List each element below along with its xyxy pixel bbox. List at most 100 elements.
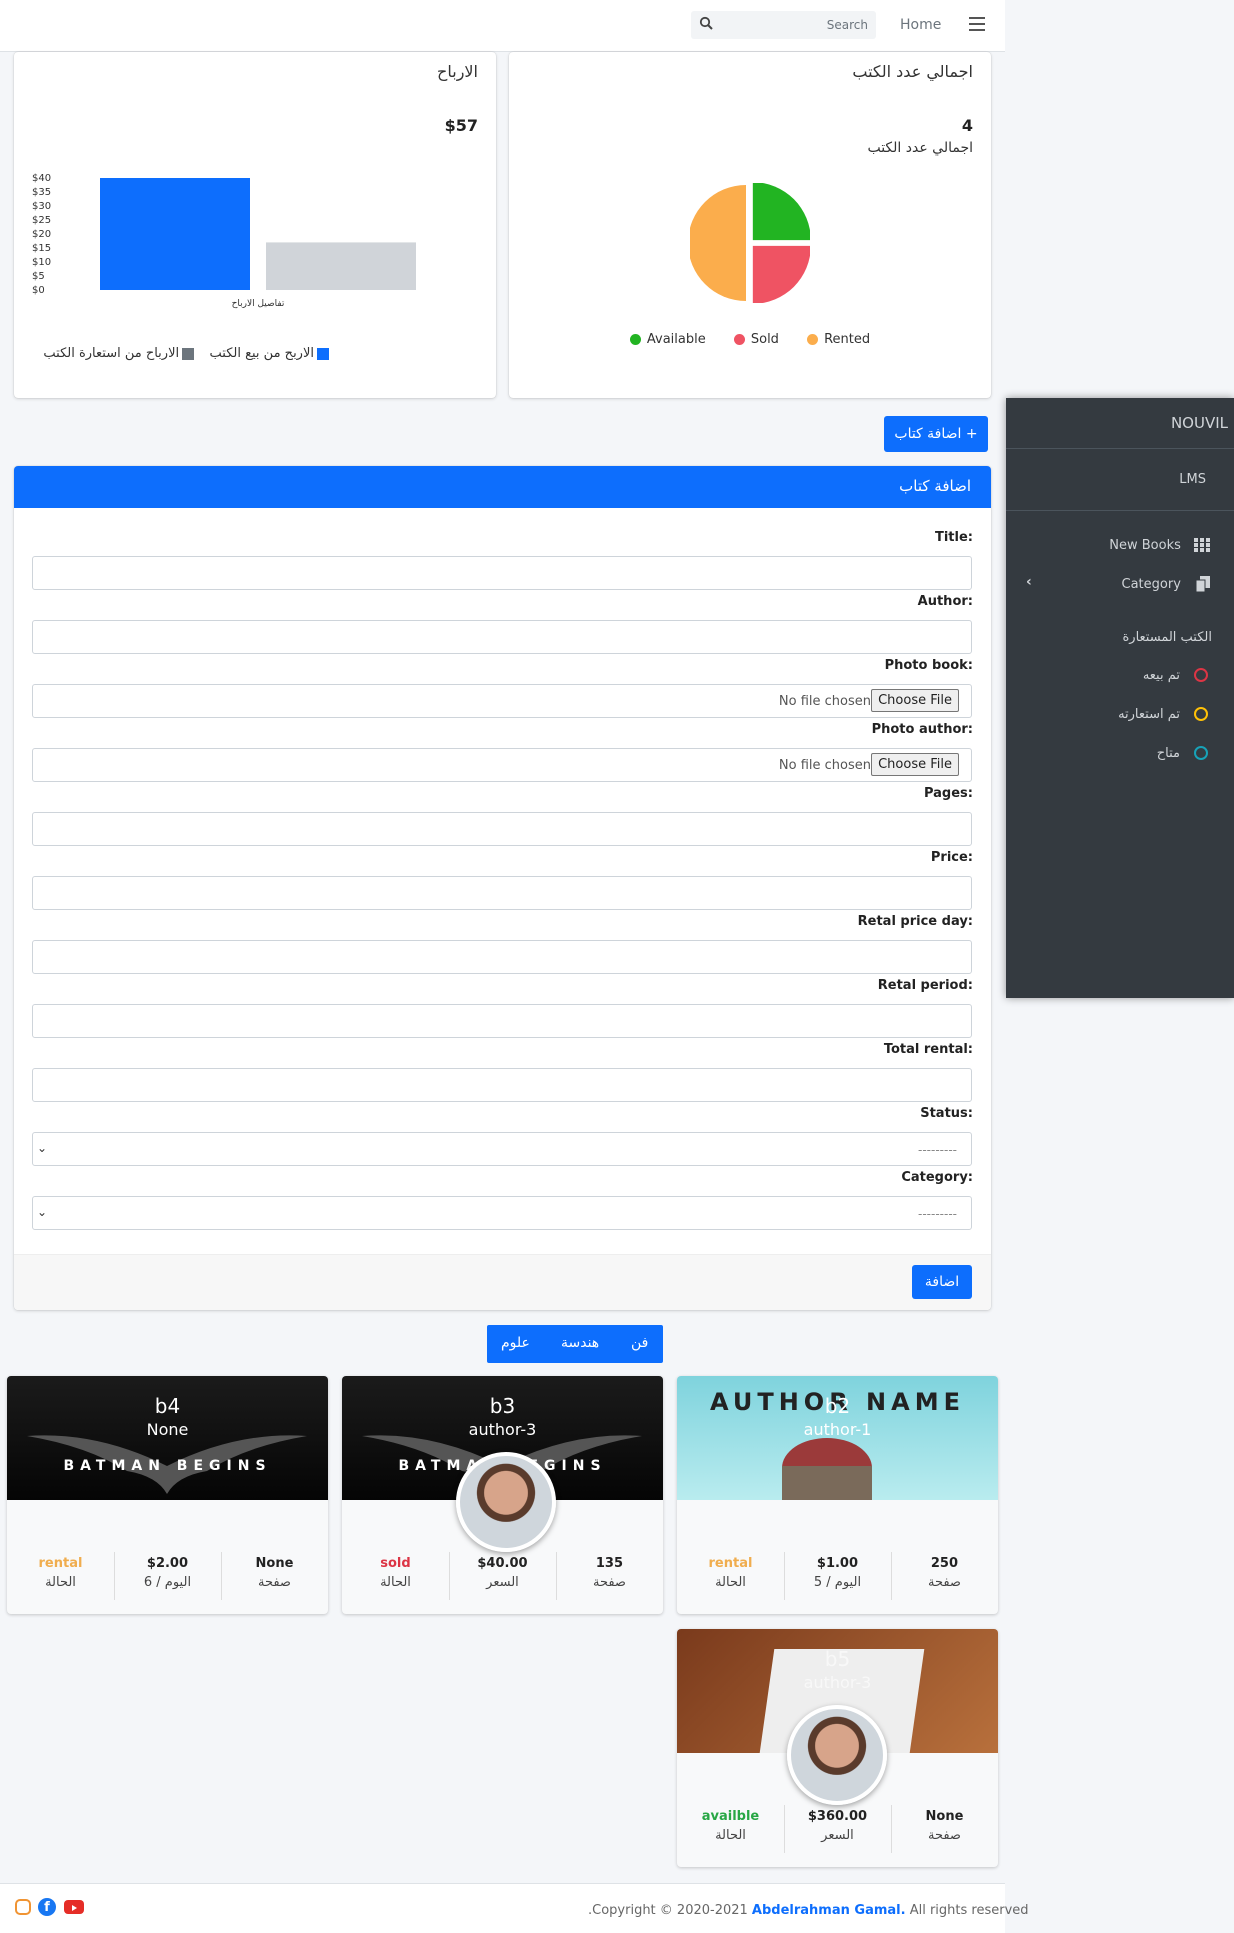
category-select[interactable]: ⌄ --------- xyxy=(32,1196,972,1230)
author-label: :Author xyxy=(917,594,973,609)
youtube-icon[interactable] xyxy=(64,1900,84,1914)
legend-item-rented: Rented xyxy=(807,332,870,347)
legend-swatch-sales xyxy=(317,347,329,360)
tab-art[interactable]: فن xyxy=(631,1335,648,1351)
profit-legend: الاربح من بيع الكتب الارباح من استعارة ا… xyxy=(32,346,332,361)
total-rental-label: :Total rental xyxy=(883,1042,973,1057)
sidebar-section-borrowed: الكتب المستعارة xyxy=(1122,630,1212,645)
play-icon xyxy=(72,1905,77,1911)
book-author: None xyxy=(146,1420,189,1439)
search-box[interactable]: Search xyxy=(691,11,876,39)
books-count-value: 4 xyxy=(961,116,973,135)
photo-book-input[interactable]: Choose File No file chosen xyxy=(32,684,972,718)
tab-engineering[interactable]: هندسة xyxy=(561,1335,599,1351)
sidebar-item-sold[interactable]: تم بيعه xyxy=(1143,664,1208,683)
y-tick-label: $40 xyxy=(32,173,51,184)
book-status: availble الحالة xyxy=(701,1809,760,1843)
copy-icon xyxy=(1195,575,1210,592)
book-author: author-3 xyxy=(468,1420,537,1439)
form-header xyxy=(14,466,991,508)
book-name: b3 xyxy=(489,1394,516,1418)
home-link[interactable]: Home xyxy=(900,17,941,33)
pages-input[interactable] xyxy=(32,812,972,846)
bar-1[interactable] xyxy=(266,242,416,290)
sidebar-brand[interactable]: NOUVIL xyxy=(1171,414,1228,432)
chevron-down-icon: ⌄ xyxy=(37,1205,48,1219)
sidebar: NOUVIL LMS New Books Category ‹ الكتب ال… xyxy=(1006,398,1234,998)
pie-slice-rented[interactable] xyxy=(690,185,746,301)
facebook-icon[interactable]: f xyxy=(38,1898,56,1916)
pie-slice-sold[interactable] xyxy=(752,245,810,303)
category-select-value: --------- xyxy=(918,1207,957,1221)
book-card-b2[interactable]: AUTHOR NAME b2 author-1 rental الحالة $1.… xyxy=(677,1376,998,1614)
book-author: author-1 xyxy=(803,1420,872,1439)
author-input[interactable] xyxy=(32,620,972,654)
legend-item-sales: الاربح من بيع الكتب xyxy=(210,346,332,361)
photo-author-input[interactable]: Choose File No file chosen xyxy=(32,748,972,782)
copyright-text: .Copyright © 2020-2021 Abdelrahman Gamal… xyxy=(588,1903,1029,1918)
legend-item-available: Available xyxy=(629,332,706,347)
photo-author-file-status: No file chosen xyxy=(778,758,871,773)
grid-icon xyxy=(1194,537,1210,552)
photo-author-label: :Photo author xyxy=(871,722,973,737)
status-select[interactable]: ⌄ --------- xyxy=(32,1132,972,1166)
menu-icon[interactable] xyxy=(966,13,988,35)
book-pages: None صفحة xyxy=(255,1556,294,1590)
author-avatar xyxy=(787,1705,887,1805)
search-icon xyxy=(699,16,713,30)
photo-book-choose-file-button[interactable]: Choose File xyxy=(871,689,959,712)
retal-price-day-label: :Retal price day xyxy=(857,914,973,929)
book-card-b5[interactable]: b5 author-3 availble الحالة $360.00 السعر … xyxy=(677,1629,998,1867)
y-tick-label: $35 xyxy=(32,187,51,198)
book-status: rental الحالة xyxy=(708,1556,753,1590)
bar-0[interactable] xyxy=(100,178,250,290)
price-input[interactable] xyxy=(32,876,972,910)
total-rental-input[interactable] xyxy=(32,1068,972,1102)
books-count-card: اجمالي عدد الكتب 4 اجمالي عدد الكتب Avai… xyxy=(509,52,991,398)
circle-icon xyxy=(1194,706,1208,721)
legend-dot-sold xyxy=(733,334,745,345)
pages-label: :Pages xyxy=(923,786,973,801)
add-book-toggle-button[interactable]: + اضافة كتاب xyxy=(884,416,988,452)
photo-book-label: :Photo book xyxy=(884,658,973,673)
sidebar-sub[interactable]: LMS xyxy=(1179,472,1206,487)
book-price: $360.00 السعر xyxy=(807,1809,868,1843)
legend-dot-rented xyxy=(807,334,819,345)
y-tick-label: $30 xyxy=(32,201,51,212)
chevron-left-icon[interactable]: ‹ xyxy=(1026,574,1032,590)
profit-title: الارباح xyxy=(437,62,478,81)
submit-button[interactable]: اضافة xyxy=(912,1265,972,1299)
circle-icon xyxy=(1194,667,1208,682)
title-label: :Title xyxy=(934,530,973,545)
book-card-b4[interactable]: BATMAN BEGINS b4 None rental الحالة $2.00… xyxy=(7,1376,328,1614)
form-header-title: اضافة كتاب xyxy=(899,477,971,495)
copyright-author-link[interactable]: Abdelrahman Gamal. xyxy=(752,1903,906,1918)
pie-slice-available[interactable] xyxy=(752,183,810,241)
book-card-b3[interactable]: BATMAN BEGINS b3 author-3 sold الحالة $40… xyxy=(342,1376,663,1614)
book-status: sold الحالة xyxy=(380,1556,411,1590)
price-label: :Price xyxy=(930,850,973,865)
author-avatar xyxy=(456,1452,556,1552)
book-name: b5 xyxy=(824,1647,851,1671)
books-legend: Available Sold Rented xyxy=(509,332,991,347)
retal-price-day-input[interactable] xyxy=(32,940,972,974)
sidebar-item-available[interactable]: متاح xyxy=(1157,742,1208,761)
sidebar-item-category[interactable]: Category xyxy=(1122,573,1210,592)
title-input[interactable] xyxy=(32,556,972,590)
add-book-form-card: اضافة كتاب :Title :Author :Photo book Ch… xyxy=(14,466,991,1310)
y-tick-label: $0 xyxy=(32,285,45,296)
legend-item-rental: الارباح من استعارة الكتب xyxy=(43,346,197,361)
form-footer xyxy=(14,1254,991,1310)
tab-science[interactable]: علوم xyxy=(501,1335,530,1351)
category-label: :Category xyxy=(901,1170,973,1185)
book-name: b4 xyxy=(154,1394,181,1418)
retal-period-input[interactable] xyxy=(32,1004,972,1038)
circle-icon xyxy=(1194,745,1208,760)
instagram-icon[interactable] xyxy=(15,1899,31,1915)
sidebar-item-rented[interactable]: تم استعارته xyxy=(1118,703,1208,722)
y-tick-label: $5 xyxy=(32,271,45,282)
book-pages: 135 صفحة xyxy=(592,1556,626,1590)
photo-author-choose-file-button[interactable]: Choose File xyxy=(871,753,959,776)
sidebar-item-new-books[interactable]: New Books xyxy=(1109,534,1210,553)
book-pages: None صفحة xyxy=(925,1809,964,1843)
